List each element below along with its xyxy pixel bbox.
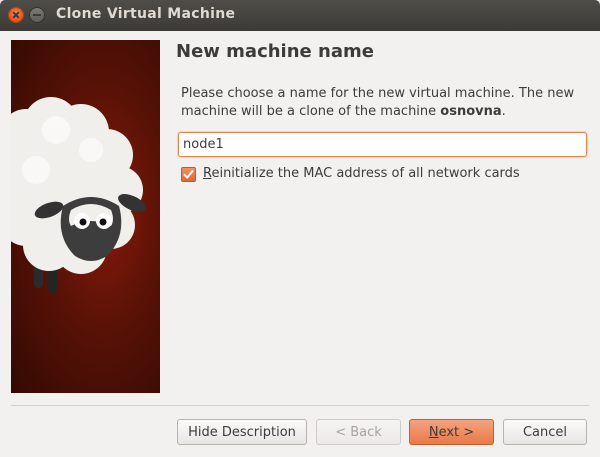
next-button-label: Next > (428, 424, 475, 440)
minimize-icon[interactable] (29, 7, 45, 23)
description-suffix: . (501, 104, 506, 119)
hide-description-button[interactable]: Hide Description (177, 419, 307, 445)
cancel-button[interactable]: Cancel (503, 419, 587, 445)
button-separator (11, 405, 589, 406)
reinit-mac-label[interactable]: Reinitialize the MAC address of all netw… (203, 166, 520, 181)
machine-name-input[interactable] (178, 132, 587, 157)
check-icon (183, 170, 194, 179)
page-title: New machine name (176, 41, 374, 62)
back-button[interactable]: < Back (316, 419, 401, 445)
description-text: Please choose a name for the new virtual… (181, 86, 575, 119)
reinit-mac-checkbox[interactable] (181, 167, 196, 182)
title-bar: Clone Virtual Machine (0, 0, 600, 31)
next-button[interactable]: Next > (409, 419, 494, 445)
wizard-sheep-image (11, 40, 160, 393)
page-description: Please choose a name for the new virtual… (181, 85, 581, 121)
source-machine-name: osnovna (440, 104, 502, 119)
window-title: Clone Virtual Machine (56, 6, 236, 22)
close-icon[interactable] (8, 7, 24, 23)
back-button-label: < Back (335, 424, 382, 440)
